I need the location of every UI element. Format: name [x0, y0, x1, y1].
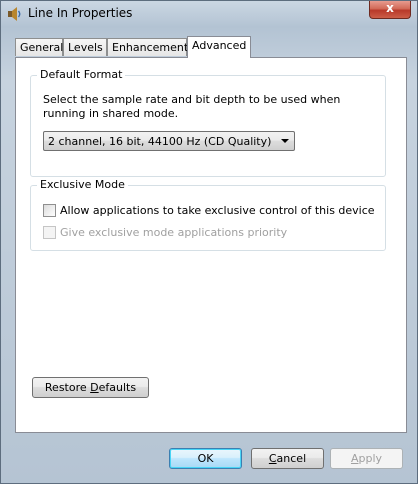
apply-hotkey: A	[350, 452, 359, 465]
exclusive-priority-checkbox-row: Give exclusive mode applications priorit…	[43, 225, 303, 241]
restore-defaults-button[interactable]: Restore Defaults	[32, 377, 149, 398]
default-format-dropdown[interactable]: 2 channel, 16 bit, 44100 Hz (CD Quality)	[43, 131, 295, 151]
title-bar[interactable]: Line In Properties x	[1, 1, 417, 27]
apply-label: pply	[358, 452, 383, 465]
cancel-button[interactable]: Cancel	[251, 448, 324, 469]
cancel-label: ancel	[276, 452, 307, 465]
allow-exclusive-checkbox[interactable]	[43, 204, 56, 217]
advanced-panel: Default Format Select the sample rate an…	[15, 57, 407, 433]
exclusive-priority-checkbox	[43, 226, 56, 239]
default-format-description: Select the sample rate and bit depth to …	[43, 93, 341, 120]
restore-defaults-label-start: Restore	[44, 381, 91, 394]
exclusive-priority-label: Give exclusive mode applications priorit…	[60, 226, 288, 239]
default-format-group: Default Format Select the sample rate an…	[30, 68, 386, 177]
allow-exclusive-checkbox-row[interactable]: Allow applications to take exclusive con…	[43, 203, 375, 219]
speaker-app-icon	[8, 7, 21, 21]
allow-exclusive-label: Allow applications to take exclusive con…	[60, 204, 375, 217]
tab-enhancements[interactable]: Enhancements	[107, 38, 194, 56]
close-button[interactable]: x	[369, 1, 411, 19]
ok-button[interactable]: OK	[169, 448, 242, 469]
restore-defaults-label-end: efaults	[98, 381, 137, 394]
restore-defaults-hotkey: D	[90, 381, 99, 394]
tab-general[interactable]: General	[15, 38, 63, 56]
cancel-hotkey: C	[268, 452, 277, 465]
default-format-selected: 2 channel, 16 bit, 44100 Hz (CD Quality)	[48, 135, 272, 148]
tab-levels[interactable]: Levels	[63, 38, 107, 56]
apply-button: Apply	[330, 448, 403, 469]
tab-advanced[interactable]: Advanced	[187, 36, 251, 58]
chevron-down-icon	[281, 139, 289, 143]
default-format-label: Default Format	[37, 68, 126, 81]
properties-window: Line In Properties x General Levels Enha…	[0, 0, 418, 484]
close-icon: x	[386, 1, 394, 15]
window-title: Line In Properties	[28, 6, 133, 20]
exclusive-mode-group: Exclusive Mode Allow applications to tak…	[30, 178, 386, 251]
exclusive-mode-label: Exclusive Mode	[37, 178, 128, 191]
